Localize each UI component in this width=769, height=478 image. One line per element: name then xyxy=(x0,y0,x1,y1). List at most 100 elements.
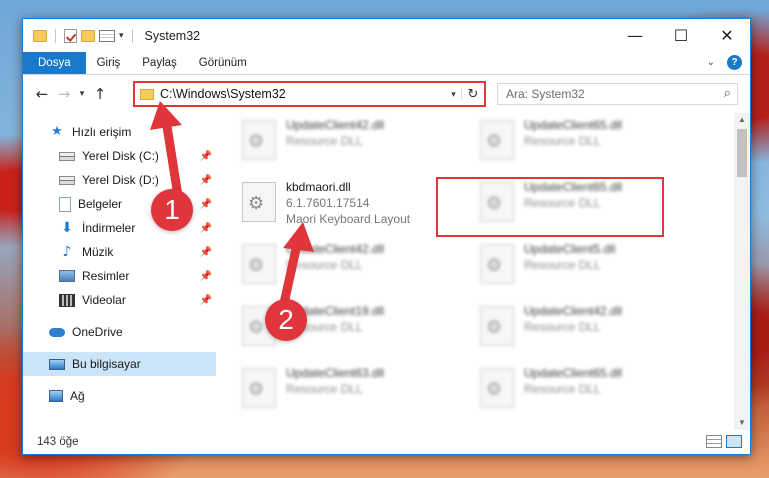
nav-local-disk-d[interactable]: Yerel Disk (D:) 📌 xyxy=(23,168,216,192)
file-tile-kbdmaori[interactable]: kbdmaori.dll 6.1.7601.17514 Maori Keyboa… xyxy=(242,179,468,233)
star-icon: ★ xyxy=(51,124,63,139)
file-version: 6.1.7601.17514 xyxy=(286,196,370,210)
window-title: System32 xyxy=(144,28,201,43)
file-tile[interactable]: UpdateClient42.dll Resource DLL xyxy=(242,117,468,171)
file-name: UpdateClient42.dll xyxy=(286,242,385,256)
dll-file-icon xyxy=(242,120,276,160)
ribbon-tabs: Dosya Giriş Paylaş Görünüm ⌄ ? xyxy=(23,52,750,75)
address-bar[interactable]: C:\Windows\System32 ▾ ↻ xyxy=(133,81,486,107)
chevron-down-icon[interactable]: ▾ xyxy=(119,30,124,41)
address-path[interactable]: C:\Windows\System32 xyxy=(160,87,446,101)
pin-icon[interactable]: 📌 xyxy=(200,199,212,210)
refresh-icon[interactable]: ↻ xyxy=(462,87,484,102)
file-tile[interactable]: UpdateClient42.dll Resource DLL xyxy=(242,241,468,295)
file-tile[interactable]: UpdateClient65.dll Resource DLL xyxy=(480,365,706,419)
scroll-down-icon[interactable]: ▼ xyxy=(734,416,750,430)
scroll-thumb[interactable] xyxy=(737,129,747,177)
file-type: Resource DLL xyxy=(286,382,363,396)
annotation-marker-2: 2 xyxy=(265,299,307,341)
maximize-button[interactable]: ☐ xyxy=(658,19,704,51)
dll-file-icon xyxy=(480,368,514,408)
file-name: UpdateClient63.dll xyxy=(286,366,385,380)
pin-icon[interactable]: 📌 xyxy=(200,295,212,306)
status-bar: 143 öğe xyxy=(23,430,750,454)
dll-file-icon xyxy=(480,120,514,160)
file-description: Maori Keyboard Layout xyxy=(286,212,411,226)
tab-share[interactable]: Paylaş xyxy=(131,52,188,74)
address-dropdown-icon[interactable]: ▾ xyxy=(446,88,462,100)
nav-onedrive[interactable]: OneDrive xyxy=(23,320,216,344)
nav-local-disk-c[interactable]: Yerel Disk (C:) 📌 xyxy=(23,144,216,168)
close-button[interactable]: ✕ xyxy=(704,19,750,51)
nav-label: Hızlı erişim xyxy=(72,125,132,139)
search-icon[interactable]: ⌕ xyxy=(724,86,731,101)
up-arrow-icon[interactable]: ↑ xyxy=(89,85,111,103)
forward-arrow-icon[interactable]: → xyxy=(53,85,75,103)
navigation-pane: ★ Hızlı erişim Yerel Disk (C:) 📌 Yerel D… xyxy=(23,113,216,430)
nav-label: Bu bilgisayar xyxy=(72,357,141,371)
file-name: kbdmaori.dll xyxy=(286,180,351,194)
document-icon xyxy=(59,196,71,212)
search-placeholder: Ara: System32 xyxy=(506,87,585,101)
computer-icon xyxy=(49,358,65,370)
view-properties-icon[interactable] xyxy=(99,29,115,42)
file-highlight-box xyxy=(436,177,664,237)
file-type: Resource DLL xyxy=(524,382,601,396)
ribbon-right-controls: ⌄ ? xyxy=(707,55,742,70)
nav-label: OneDrive xyxy=(72,325,123,339)
folder-icon[interactable] xyxy=(33,29,47,42)
scroll-up-icon[interactable]: ▲ xyxy=(734,113,750,127)
pin-icon[interactable]: 📌 xyxy=(200,271,212,282)
file-type: Resource DLL xyxy=(286,134,363,148)
tab-home[interactable]: Giriş xyxy=(86,52,132,74)
tiles-view-icon[interactable] xyxy=(726,435,742,448)
nav-label: Videolar xyxy=(82,293,126,307)
file-name: UpdateClient65.dll xyxy=(524,366,623,380)
pin-icon[interactable]: 📌 xyxy=(200,151,212,162)
quick-access-toolbar: ▾ xyxy=(23,28,137,43)
help-icon[interactable]: ? xyxy=(727,55,742,70)
back-arrow-icon[interactable]: ← xyxy=(31,85,53,103)
file-name: UpdateClient5.dll xyxy=(524,242,616,256)
nav-network[interactable]: Ağ xyxy=(23,384,216,408)
nav-pictures[interactable]: Resimler 📌 xyxy=(23,264,216,288)
divider xyxy=(55,28,56,43)
view-toggle xyxy=(706,435,742,448)
file-name: UpdateClient42.dll xyxy=(286,118,385,132)
title-bar: ▾ System32 — ☐ ✕ xyxy=(23,19,750,52)
nav-label: İndirmeler xyxy=(82,221,136,235)
properties-check-icon[interactable] xyxy=(64,28,77,43)
file-tile[interactable]: UpdateClient63.dll Resource DLL xyxy=(242,365,468,419)
search-input[interactable]: Ara: System32 ⌕ xyxy=(497,83,738,105)
cloud-icon xyxy=(49,327,65,337)
drive-icon xyxy=(59,151,75,161)
nav-this-pc[interactable]: Bu bilgisayar xyxy=(23,352,216,376)
minimize-button[interactable]: — xyxy=(612,19,658,51)
file-tile[interactable]: UpdateClient65.dll Resource DLL xyxy=(480,117,706,171)
file-tile[interactable]: UpdateClient5.dll Resource DLL xyxy=(480,241,706,295)
file-tile[interactable]: UpdateClient42.dll Resource DLL xyxy=(480,303,706,357)
expand-ribbon-icon[interactable]: ⌄ xyxy=(707,57,715,68)
pin-icon[interactable]: 📌 xyxy=(200,247,212,258)
vertical-scrollbar[interactable]: ▲ ▼ xyxy=(734,113,750,430)
nav-quick-access[interactable]: ★ Hızlı erişim xyxy=(23,120,216,144)
picture-icon xyxy=(59,270,75,282)
tab-file[interactable]: Dosya xyxy=(23,52,86,74)
folder-icon xyxy=(140,88,154,100)
recent-locations-chevron-icon[interactable]: ▾ xyxy=(75,89,89,99)
new-folder-icon[interactable] xyxy=(81,29,95,42)
details-view-icon[interactable] xyxy=(706,435,722,448)
divider xyxy=(131,28,133,43)
tab-view[interactable]: Görünüm xyxy=(188,52,258,74)
drive-icon xyxy=(59,175,75,185)
file-type: Resource DLL xyxy=(524,134,601,148)
nav-videos[interactable]: Videolar 📌 xyxy=(23,288,216,312)
film-strip-icon xyxy=(59,293,75,307)
pin-icon[interactable]: 📌 xyxy=(200,175,212,186)
content-area: ★ Hızlı erişim Yerel Disk (C:) 📌 Yerel D… xyxy=(23,113,750,430)
pin-icon[interactable]: 📌 xyxy=(200,223,212,234)
nav-music[interactable]: ♪ Müzik 📌 xyxy=(23,240,216,264)
file-type: Resource DLL xyxy=(524,258,601,272)
